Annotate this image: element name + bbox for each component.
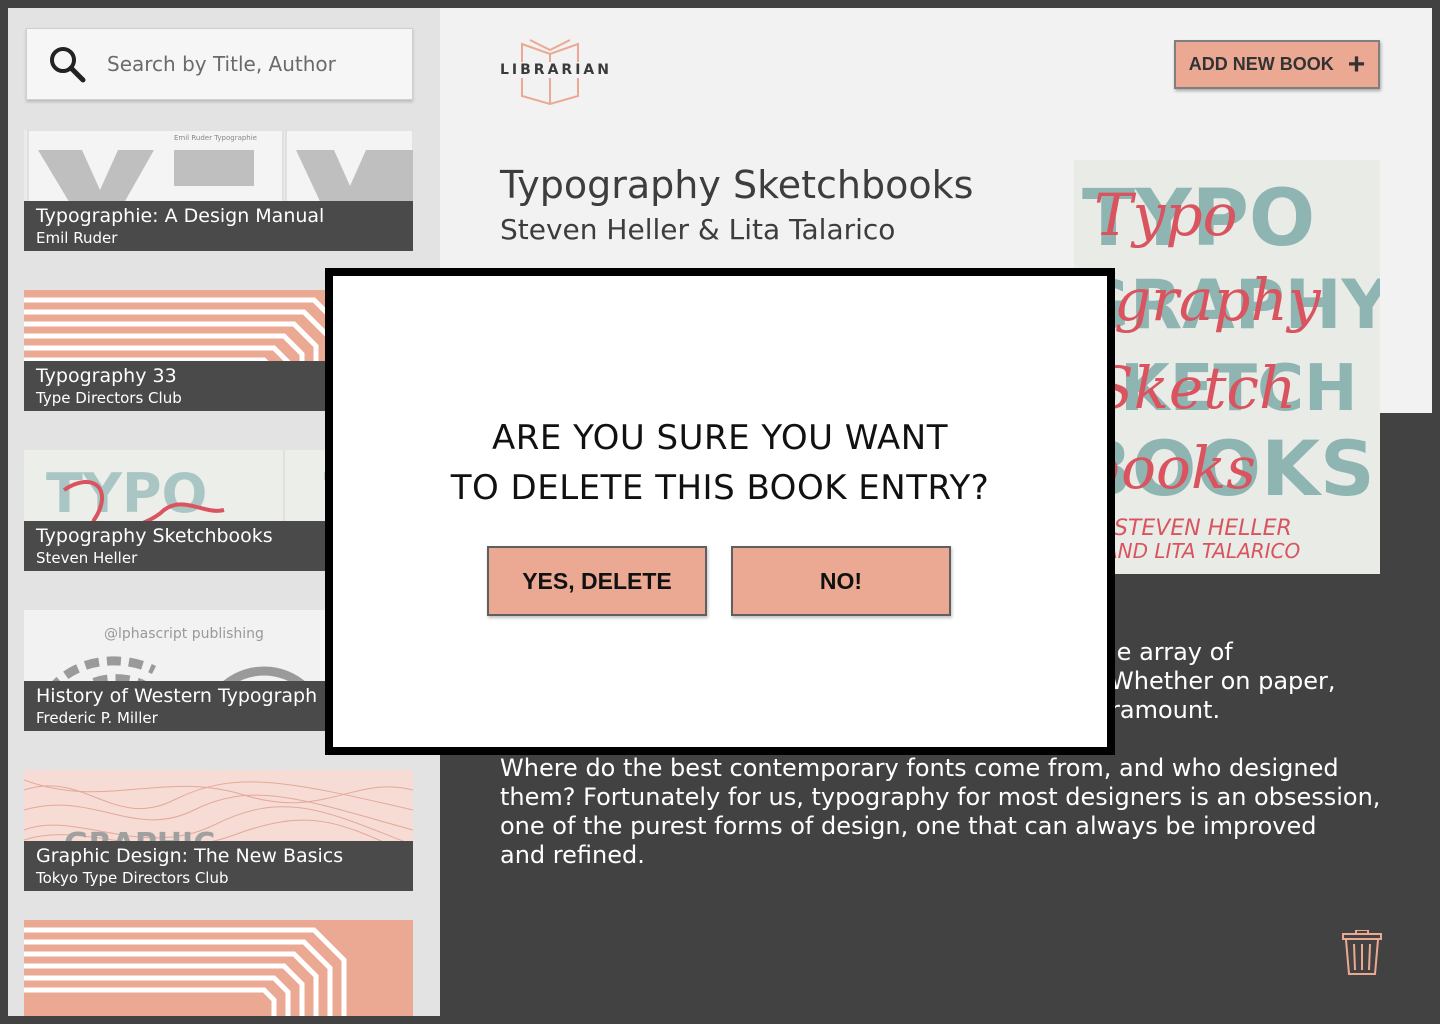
description-line: Where do the best contemporary fonts com… — [500, 754, 1339, 782]
cover-script: Typo — [1094, 181, 1238, 249]
logo-text: LIBRARIAN — [500, 62, 612, 78]
book-authors: Steven Heller & Lita Talarico — [500, 213, 896, 246]
description-partial-line: ramount. — [1110, 696, 1221, 724]
search-box[interactable] — [26, 28, 413, 100]
book-author: Emil Ruder — [36, 229, 118, 247]
description-line: and refined. — [500, 841, 645, 869]
search-input[interactable] — [107, 52, 387, 76]
book-cover-image — [24, 920, 413, 1016]
delete-confirm-dialog: ARE YOU SURE YOU WANT TO DELETE THIS BOO… — [325, 268, 1115, 755]
cover-author: STEVEN HELLER — [1114, 516, 1292, 541]
dialog-question-line-1: ARE YOU SURE YOU WANT — [491, 418, 948, 458]
book-card-typographie[interactable]: Emil Ruder Typographie Typographie: A De… — [24, 130, 413, 251]
book-card-partial[interactable] — [24, 920, 413, 1016]
librarian-logo[interactable]: LIBRARIAN — [500, 36, 640, 106]
book-card-label: Typographie: A Design Manual Emil Ruder — [24, 201, 413, 251]
trash-icon[interactable] — [1340, 929, 1384, 976]
yes-delete-button[interactable]: YES, DELETE — [487, 546, 707, 616]
book-cover-image: TYPO GRAPHY SKETCH BOOKS Typo graphy Ske… — [1074, 160, 1392, 574]
cover-author: AND LITA TALARICO — [1102, 539, 1300, 563]
book-card-graphic-design[interactable]: GRAPHIC Graphic Design: The New Basics T… — [24, 770, 413, 891]
cover-script: graphy — [1114, 266, 1322, 334]
cover-small-text: Emil Ruder Typographie — [174, 134, 257, 142]
add-new-book-button[interactable]: ADD NEW BOOK + — [1174, 40, 1380, 89]
search-icon[interactable] — [47, 44, 87, 84]
book-title: Typographie: A Design Manual — [36, 205, 325, 227]
description-partial-line: Whether on paper, — [1110, 667, 1336, 695]
book-card-label: Graphic Design: The New Basics Tokyo Typ… — [24, 841, 413, 891]
add-button-label: ADD NEW BOOK — [1188, 54, 1334, 74]
cover-script: Sketch — [1094, 354, 1296, 422]
description-partial-line: le array of — [1110, 638, 1233, 666]
description-line: one of the purest forms of design, one t… — [500, 812, 1317, 840]
dialog-question-line-2: TO DELETE THIS BOOK ENTRY? — [450, 468, 990, 508]
description-line: them? Fortunately for us, typography for… — [500, 783, 1381, 811]
svg-text:TYPO: TYPO — [46, 462, 207, 525]
book-title: Graphic Design: The New Basics — [36, 845, 344, 867]
no-button[interactable]: NO! — [731, 546, 951, 616]
plus-icon: + — [1347, 47, 1366, 81]
book-author: Tokyo Type Directors Club — [36, 869, 229, 887]
publisher-text: @lphascript publishing — [104, 626, 264, 642]
book-title: Typography Sketchbooks — [500, 163, 974, 207]
